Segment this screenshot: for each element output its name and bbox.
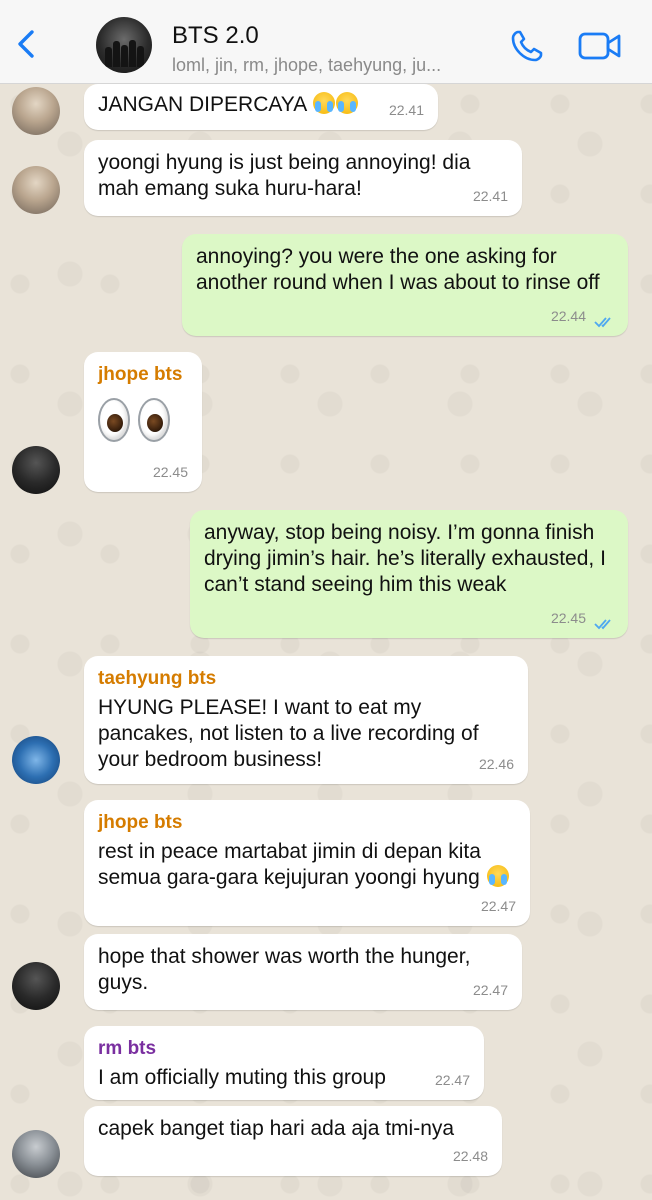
message-time: 22.41 xyxy=(472,188,508,204)
eyes-icon xyxy=(98,398,188,442)
chat-header: BTS 2.0 loml, jin, rm, jhope, taehyung, … xyxy=(0,0,652,84)
sender-name[interactable]: jhope bts xyxy=(98,362,188,388)
message-text: anyway, stop being noisy. I’m gonna fini… xyxy=(204,521,606,596)
message-text: capek banget tiap hari ada aja tmi-nya xyxy=(98,1117,455,1140)
message-text: rest in peace martabat jimin di depan ki… xyxy=(98,839,516,891)
message-bubble[interactable]: JANGAN DIPERCAYA 22.41 xyxy=(84,84,438,130)
read-ticks-icon xyxy=(594,317,611,328)
message-bubble[interactable]: jhope bts rest in peace martabat jimin d… xyxy=(84,800,530,926)
video-camera-icon xyxy=(578,32,621,60)
message-text: annoying? you were the one asking for an… xyxy=(196,245,600,294)
message-text: JANGAN DIPERCAYA xyxy=(98,92,424,118)
group-title[interactable]: BTS 2.0 xyxy=(172,22,259,50)
sender-name[interactable]: rm bts xyxy=(98,1036,470,1062)
face-with-tears-of-joy-icon xyxy=(486,865,509,887)
message-bubble[interactable]: anyway, stop being noisy. I’m gonna fini… xyxy=(190,510,628,638)
sender-avatar[interactable] xyxy=(12,736,60,784)
sender-avatar[interactable] xyxy=(12,1130,60,1178)
sender-avatar[interactable] xyxy=(12,87,60,135)
sender-name[interactable]: jhope bts xyxy=(98,810,516,836)
phone-icon xyxy=(511,30,543,62)
message-time: 22.45 xyxy=(152,464,188,480)
message-bubble[interactable]: rm bts I am officially muting this group… xyxy=(84,1026,484,1100)
message-time: 22.48 xyxy=(452,1148,488,1164)
chevron-left-icon xyxy=(18,30,34,58)
read-ticks-icon xyxy=(594,619,611,630)
message-time: 22.45 xyxy=(550,610,586,626)
message-time: 22.47 xyxy=(480,898,516,914)
message-bubble[interactable]: hope that shower was worth the hunger, g… xyxy=(84,934,522,1010)
message-text: I am officially muting this group xyxy=(98,1066,386,1089)
message-text: hope that shower was worth the hunger, g… xyxy=(98,945,471,994)
message-time: 22.46 xyxy=(478,756,514,772)
message-time: 22.47 xyxy=(472,982,508,998)
loudly-crying-face-icon xyxy=(335,92,358,114)
sender-avatar[interactable] xyxy=(12,166,60,214)
sender-name[interactable]: taehyung bts xyxy=(98,666,514,692)
sender-avatar[interactable] xyxy=(12,962,60,1010)
back-button[interactable] xyxy=(10,26,42,62)
message-text: HYUNG PLEASE! I want to eat my pancakes,… xyxy=(98,696,479,771)
message-bubble[interactable]: yoongi hyung is just being annoying! dia… xyxy=(84,140,522,216)
message-bubble[interactable]: capek banget tiap hari ada aja tmi-nya 2… xyxy=(84,1106,502,1176)
message-text: yoongi hyung is just being annoying! dia… xyxy=(98,151,471,200)
group-members[interactable]: loml, jin, rm, jhope, taehyung, ju... xyxy=(172,55,492,76)
group-avatar[interactable] xyxy=(96,17,152,73)
message-bubble[interactable]: annoying? you were the one asking for an… xyxy=(182,234,628,336)
message-bubble[interactable]: jhope bts 22.45 xyxy=(84,352,202,492)
sender-avatar[interactable] xyxy=(12,446,60,494)
loudly-crying-face-icon xyxy=(312,92,335,114)
video-call-button[interactable] xyxy=(578,30,622,62)
call-button[interactable] xyxy=(507,26,547,66)
message-time: 22.44 xyxy=(550,308,586,324)
message-bubble[interactable]: taehyung bts HYUNG PLEASE! I want to eat… xyxy=(84,656,528,784)
message-time: 22.47 xyxy=(434,1072,470,1088)
message-time: 22.41 xyxy=(388,102,424,118)
